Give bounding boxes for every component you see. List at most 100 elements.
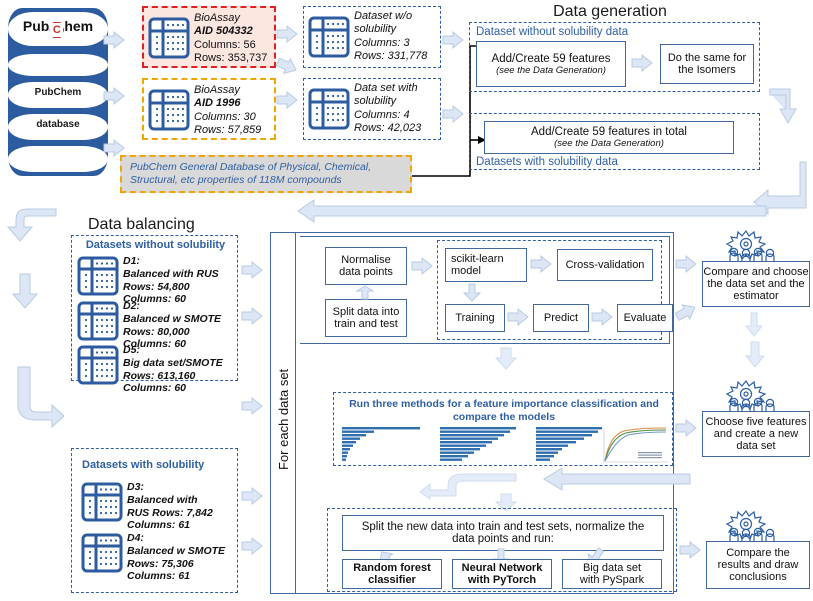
dataset-D1-method: Balanced with RUS (123, 267, 219, 280)
add-create-59-features-note: (see the Data Generation) (496, 64, 606, 76)
final-run-header-l1: Split the new data into train and test s… (361, 521, 645, 533)
cross-validation-label: Cross-validation (565, 259, 645, 271)
decision-panel-compare-choose[interactable]: Compare and choose the data set and the … (700, 228, 812, 320)
bioassay-1996-rows: Rows: 57,859 (194, 124, 262, 137)
arrow-back-to-data-balancing (297, 199, 767, 223)
table-icon (77, 256, 119, 296)
final-run-group[interactable]: Split the new data into train and test s… (327, 508, 677, 592)
pubchem-database-cylinder: Pub Chem PubChem database (8, 8, 108, 176)
arrow-evaluate-out (672, 299, 700, 325)
bioassay-504332-card[interactable]: BioAssay AID 504332 Columns: 56 Rows: 35… (142, 6, 276, 68)
arrow-left-down-2 (11, 273, 39, 309)
dataset-D2-row[interactable]: D2: Balanced w SMOTE Rows: 80,000 Column… (76, 300, 236, 350)
add-create-59-total-box[interactable]: Add/Create 59 features in total (see the… (484, 121, 734, 154)
bioassay-504332-aid: AID 504332 (194, 25, 253, 38)
table-icon (148, 89, 190, 131)
arrow-D1-to-pipeline (241, 261, 263, 279)
big-data-pyspark-box[interactable]: Big data set with PySpark (562, 559, 662, 589)
isomers-line1: Do the same for (667, 52, 747, 64)
training-box[interactable]: Training (445, 304, 505, 332)
bioassay-1996-title: BioAssay (194, 84, 240, 96)
dataset-wo-line2: solubility (354, 23, 397, 36)
dataset-D3-method: Balanced with (127, 493, 198, 506)
for-each-data-set-label: For each data set (276, 368, 291, 470)
data-generation-heading: Data generation (553, 3, 667, 20)
compare-results-l3: conclusions (729, 571, 787, 583)
neural-network-line1: Neural Network (461, 562, 543, 574)
feature-importance-chart-1 (342, 427, 420, 461)
do-same-for-isomers-box[interactable]: Do the same for the Isomers (660, 44, 754, 84)
pubchem-logo-pub: Pub (22, 18, 50, 34)
add-create-59-features-label: Add/Create 59 features (491, 52, 611, 65)
datasets-without-solubility-group[interactable]: Datasets without solubility D1: Balanced… (71, 235, 238, 394)
datasets-with-solubility-group[interactable]: Datasets with solubility D3: Balanced wi… (71, 448, 238, 593)
pubchem-logo-hexagon: C (49, 22, 65, 38)
feature-importance-group[interactable]: Run three methods for a feature importan… (333, 392, 673, 466)
arrow-compare-choose-down-2 (744, 341, 766, 368)
bioassay-504332-columns: Columns: 56 (194, 38, 256, 51)
feature-importance-title-l1: Run three methods for a feature importan… (349, 398, 659, 410)
final-run-header-l2: data points and run: (452, 533, 554, 545)
scikit-learn-model-box[interactable]: scikit-learn model (445, 248, 527, 282)
neural-network-pytorch-box[interactable]: Neural Network with PyTorch (452, 559, 552, 589)
arrow-from-choose-features-left (543, 467, 691, 491)
arrow-feature-importance-out (675, 419, 697, 437)
add-create-59-features-box[interactable]: Add/Create 59 features (see the Data Gen… (476, 41, 626, 87)
normalise-line1: Normalise (341, 254, 391, 266)
choose-five-features-box[interactable]: Choose five features and create a new da… (702, 411, 810, 457)
dataset-D3-columns: Columns: 61 (127, 519, 191, 532)
data-balancing-heading: Data balancing (88, 216, 195, 233)
evaluate-box[interactable]: Evaluate (617, 304, 673, 332)
dataset-D4-row[interactable]: D4: Balanced w SMOTE Rows: 75,306 Column… (80, 532, 240, 582)
arrow-normalise-to-sklearn (411, 257, 433, 275)
training-label: Training (455, 312, 495, 324)
compare-and-choose-box[interactable]: Compare and choose the data set and the … (702, 261, 810, 307)
table-icon (77, 301, 119, 341)
neural-network-line2: with PyTorch (467, 574, 537, 586)
arrow-504332-to-dataset-with (274, 54, 300, 78)
table-icon (148, 17, 190, 59)
bioassay-1996-card[interactable]: BioAssay AID 1996 Columns: 30 Rows: 57,8… (142, 78, 276, 140)
feature-importance-roc-chart (603, 427, 668, 463)
arrow-split-to-normalise (355, 285, 375, 300)
team-decision-icon (725, 229, 775, 263)
arrow-left-turn-down-1 (6, 208, 57, 242)
split-line2: train and test (334, 318, 398, 330)
choose-features-l3: data set (736, 440, 776, 452)
dataset-D5-row[interactable]: D5: Big data set/SMOTE Rows: 613,160 Col… (76, 344, 236, 394)
random-forest-line1: Random forest (353, 562, 431, 574)
pubchem-general-database-box[interactable]: PubChem General Database of Physical, Ch… (120, 155, 412, 193)
arrow-crossval-out (675, 255, 697, 273)
data-generation-without-group[interactable]: Dataset without solubility data Add/Crea… (469, 22, 760, 92)
split-line1: Split data into (332, 306, 400, 318)
dataset-D2-name: D2: (123, 300, 140, 312)
split-data-box[interactable]: Split data into train and test (325, 299, 407, 337)
cross-validation-box[interactable]: Cross-validation (557, 249, 653, 281)
compare-results-l1: Compare the (726, 547, 790, 559)
data-generation-with-group[interactable]: Add/Create 59 features in total (see the… (469, 113, 760, 170)
choose-features-l2: and create a new (713, 428, 799, 440)
decision-panel-compare-results[interactable]: Compare the results and draw conclusions (700, 508, 812, 600)
arrow-D5-to-pipeline (241, 397, 263, 415)
random-forest-classifier-box[interactable]: Random forest classifier (342, 559, 442, 589)
dataset-D3-row[interactable]: D3: Balanced with RUS Rows: 7,842 Column… (80, 481, 240, 531)
generation-without-label: Dataset without solubility data (476, 26, 629, 38)
dataset-D5-method: Big data set/SMOTE (123, 356, 223, 369)
normalise-line2: data points (339, 266, 393, 278)
dataset-D1-name: D1: (123, 255, 140, 267)
evaluate-label: Evaluate (623, 312, 667, 324)
dataset-D2-method: Balanced w SMOTE (123, 312, 222, 325)
bioassay-1996-columns: Columns: 30 (194, 110, 256, 123)
arrow-sklearn-to-crossval (530, 255, 552, 273)
datasets-without-solubility-label: Datasets without solubility (85, 239, 226, 251)
feature-importance-title-l2: compare the models (452, 411, 556, 423)
normalise-data-points-box[interactable]: Normalise data points (325, 247, 407, 285)
decision-panel-choose-features[interactable]: Choose five features and create a new da… (700, 378, 812, 470)
split-new-data-header-box[interactable]: Split the new data into train and test s… (342, 515, 664, 551)
compare-results-box[interactable]: Compare the results and draw conclusions (706, 541, 810, 589)
dataset-D1-row[interactable]: D1: Balanced with RUS Rows: 54,800 Colum… (76, 255, 236, 305)
isomers-line2: the Isomers (678, 64, 736, 76)
bioassay-1996-aid: AID 1996 (194, 97, 241, 110)
pyspark-line1: Big data set (582, 562, 642, 574)
predict-box[interactable]: Predict (533, 304, 589, 332)
